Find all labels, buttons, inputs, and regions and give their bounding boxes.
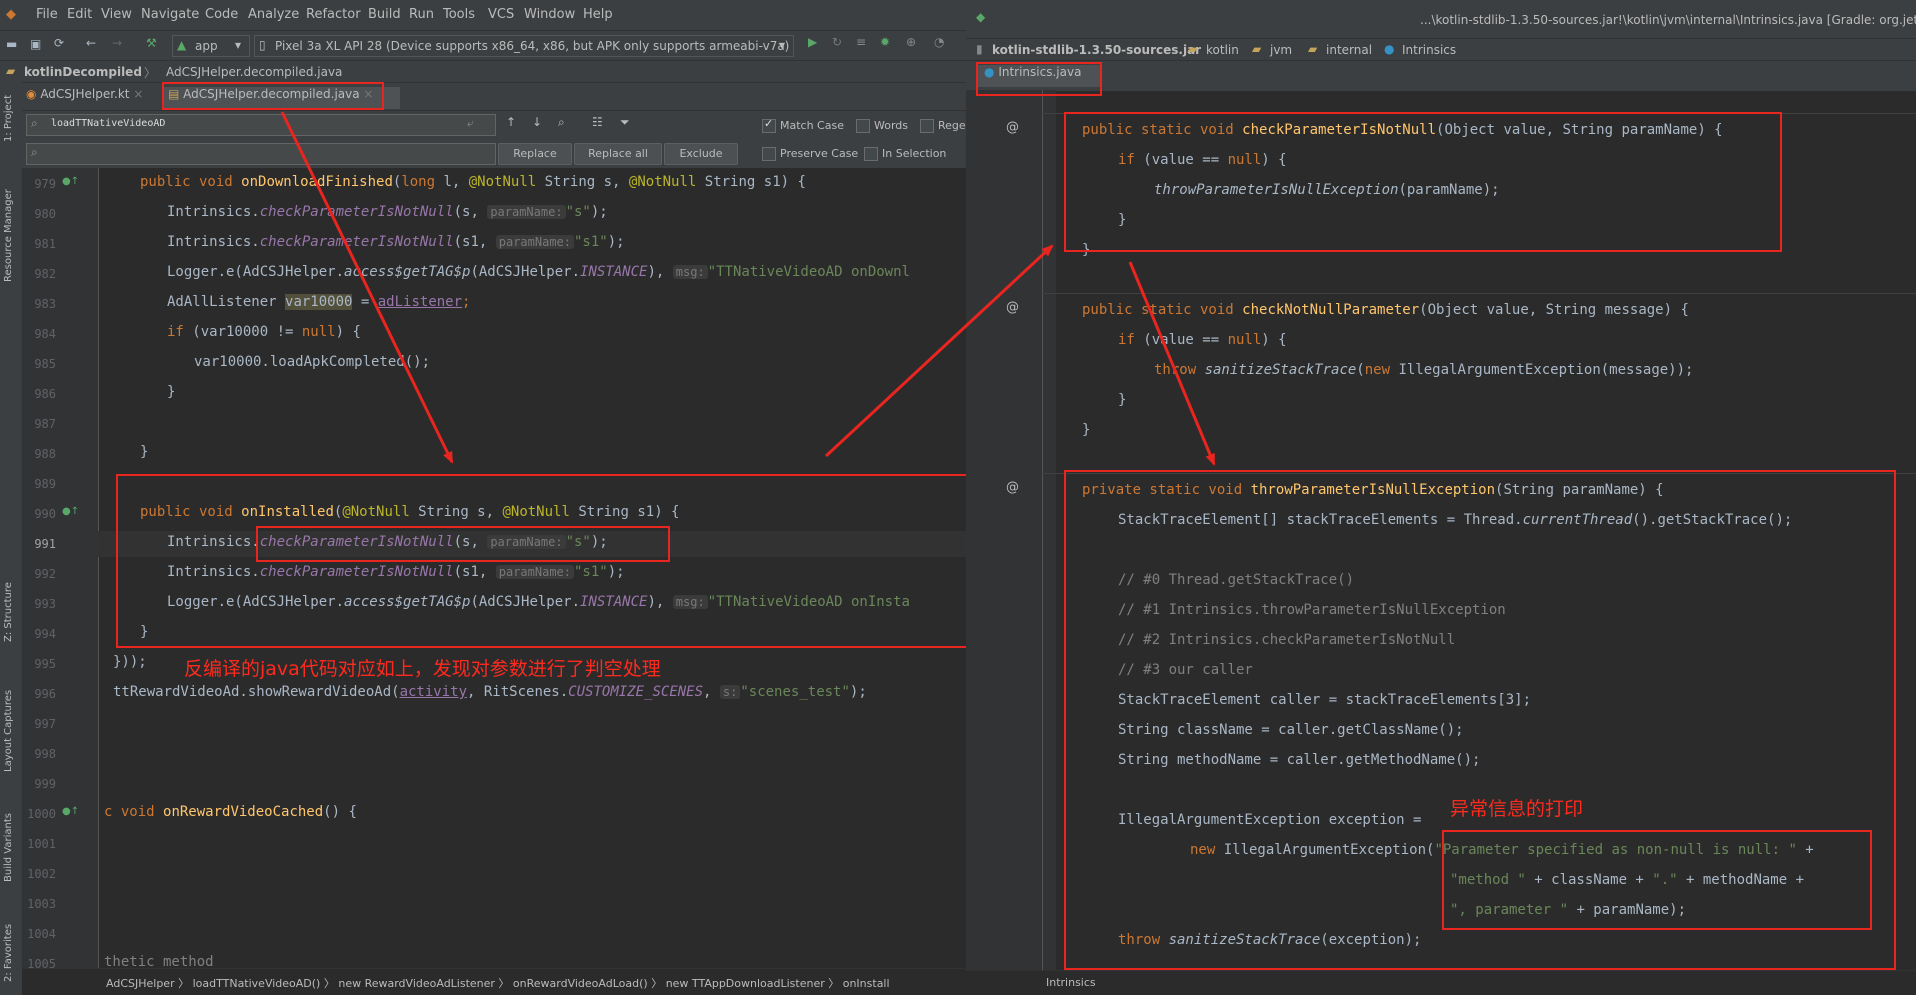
annotation-arrows [280, 111, 1216, 466]
arrow-code-to-intrinsics [824, 244, 1054, 458]
arrow-intrinsics-to-throw [1128, 261, 1216, 466]
arrow-tab-to-code [280, 111, 454, 464]
